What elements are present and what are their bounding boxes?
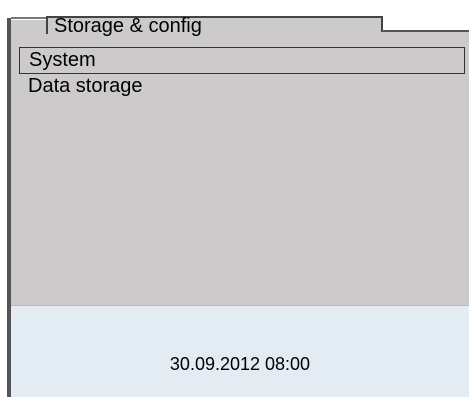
menu-item-data-storage[interactable]: Data storage — [19, 74, 465, 101]
tab-left-border — [46, 16, 48, 34]
tab-left-edge — [11, 17, 49, 32]
tab-right-baseline — [382, 30, 469, 32]
menu-item-system[interactable]: System — [19, 47, 465, 74]
meter-display: Storage & config System Data storage 30.… — [0, 0, 469, 397]
menu-title: Storage & config — [54, 15, 202, 37]
datetime-display: 30.09.2012 08:00 — [169, 354, 311, 374]
status-bar: 30.09.2012 08:00 — [11, 306, 469, 397]
